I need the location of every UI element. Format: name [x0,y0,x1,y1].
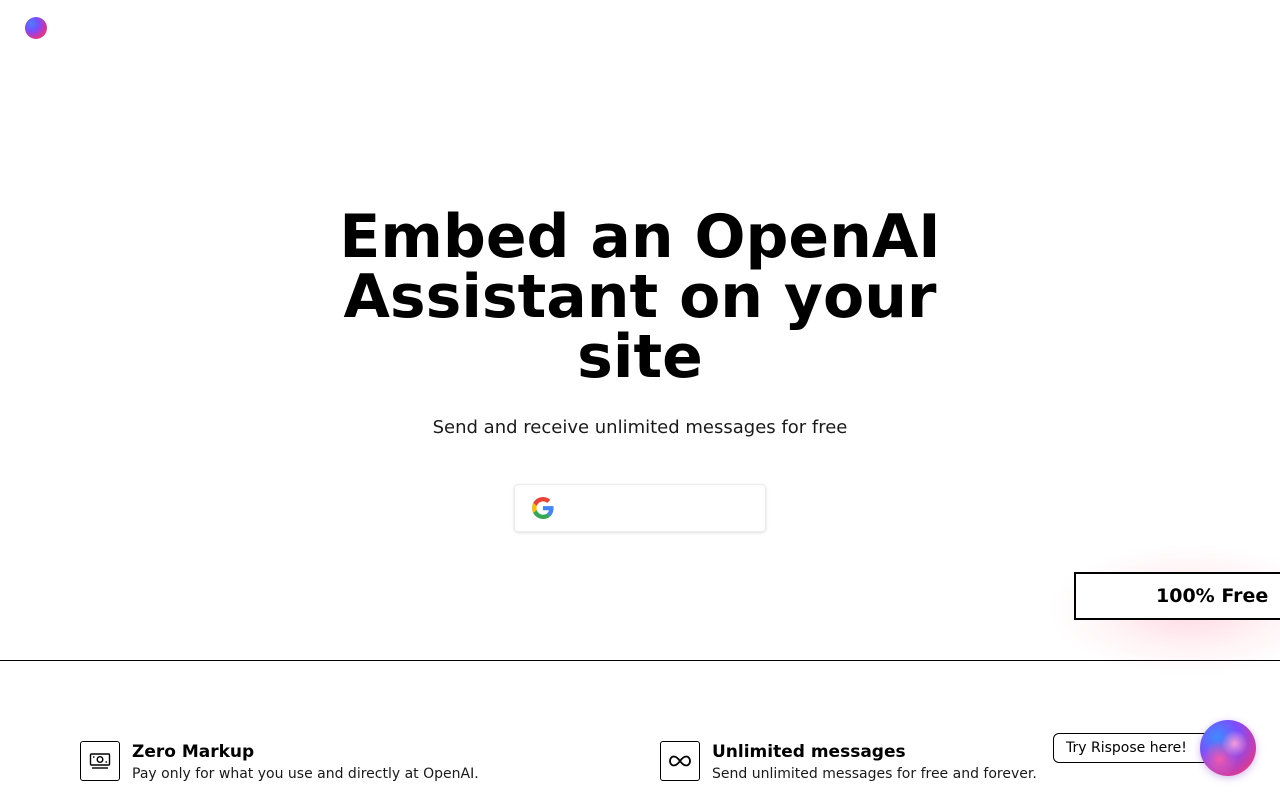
free-badge: 100% Free [1074,572,1280,620]
rispose-logo-icon[interactable] [25,17,47,39]
infinity-icon [660,741,700,781]
money-icon [80,741,120,781]
google-icon [532,497,554,519]
feature-unlimited-messages: Unlimited messages Send unlimited messag… [660,741,1037,785]
feature-description: Send unlimited messages for free and for… [712,766,1037,782]
free-badge-label: 100% Free [1156,585,1269,607]
hero-subtitle: Send and receive unlimited messages for … [432,417,848,438]
chat-orb-icon[interactable] [1200,720,1256,776]
google-sign-in-button[interactable] [514,484,766,532]
try-rispose-prompt[interactable]: Try Rispose here! [1053,733,1223,763]
feature-title: Zero Markup [132,742,255,762]
hero-title: Embed an OpenAI Assistant on your site [339,202,941,392]
feature-zero-markup: Zero Markup Pay only for what you use an… [80,741,479,785]
section-divider [0,660,1280,661]
feature-title: Unlimited messages [712,742,906,762]
feature-description: Pay only for what you use and directly a… [132,766,479,782]
